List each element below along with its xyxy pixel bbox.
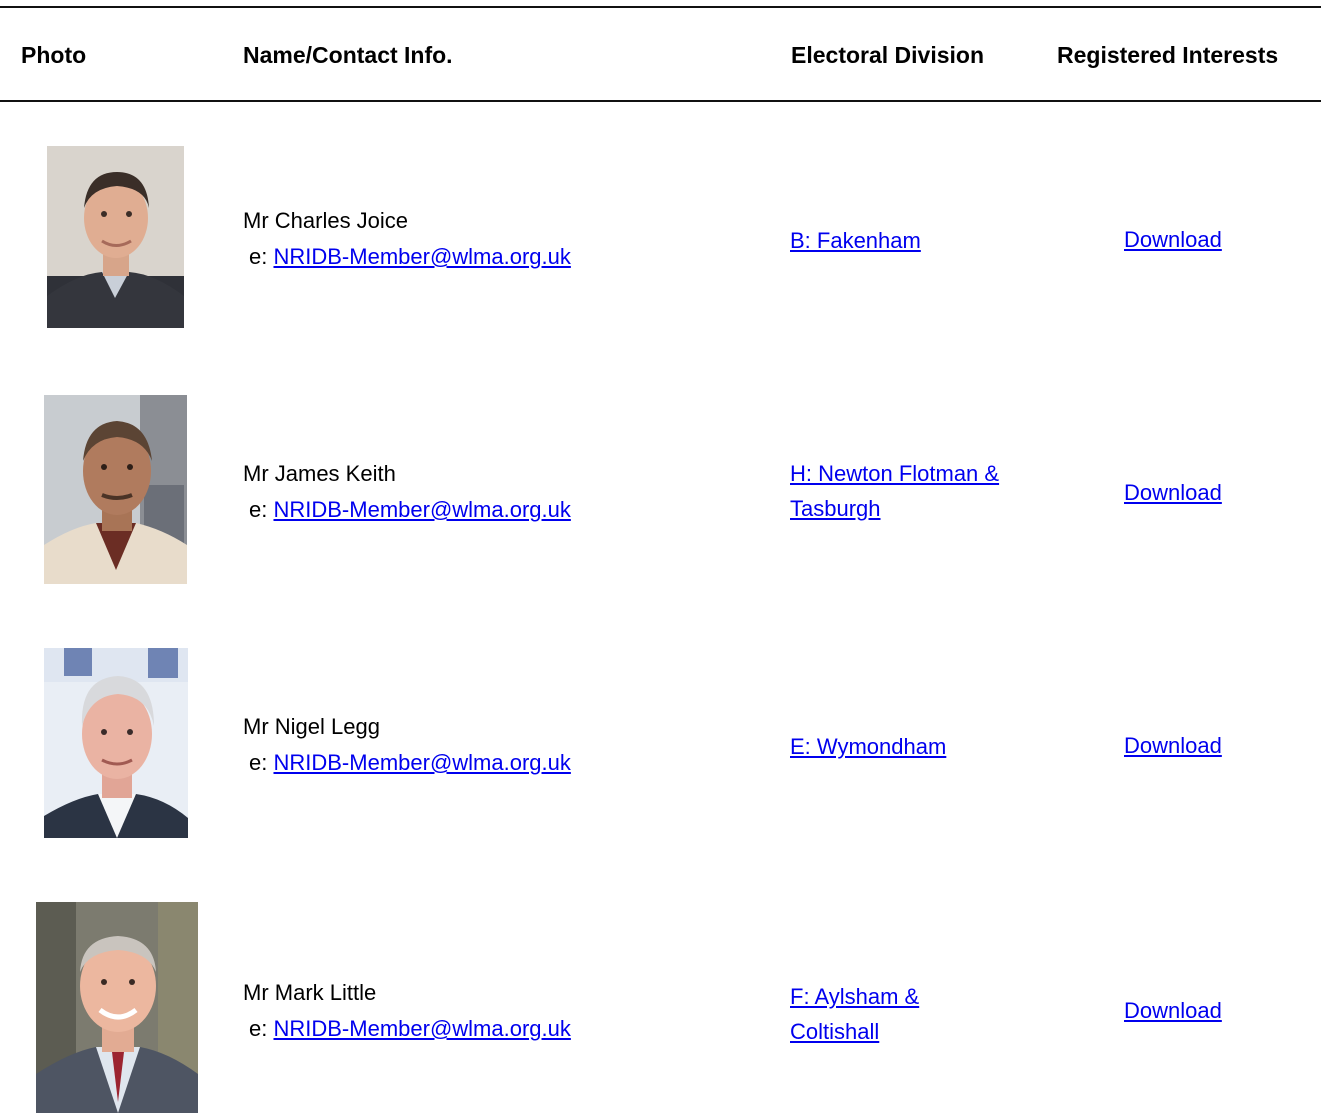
interests-cell: Download: [1124, 732, 1222, 760]
member-email-link[interactable]: NRIDB-Member@wlma.org.uk: [273, 750, 570, 775]
division-cell: H: Newton Flotman & Tasburgh: [790, 456, 1030, 526]
division-link[interactable]: H: Newton Flotman & Tasburgh: [790, 461, 999, 521]
download-link[interactable]: Download: [1124, 998, 1222, 1023]
interests-cell: Download: [1124, 226, 1222, 254]
member-email-link[interactable]: NRIDB-Member@wlma.org.uk: [273, 497, 570, 522]
member-name: Mr Nigel Legg: [243, 714, 380, 739]
email-prefix: e:: [249, 750, 268, 775]
member-name: Mr Charles Joice: [243, 208, 409, 233]
division-cell: B: Fakenham: [790, 223, 1030, 258]
interests-cell: Download: [1124, 997, 1222, 1025]
member-email-line: e: NRIDB-Member@wlma.org.uk: [243, 492, 571, 528]
download-link[interactable]: Download: [1124, 227, 1222, 252]
download-link[interactable]: Download: [1124, 480, 1222, 505]
download-link[interactable]: Download: [1124, 733, 1222, 758]
column-header-photo: Photo: [21, 42, 87, 68]
member-email-line: e: NRIDB-Member@wlma.org.uk: [243, 239, 571, 275]
division-link[interactable]: B: Fakenham: [790, 228, 921, 253]
table-header-rule: [0, 100, 1321, 102]
division-link[interactable]: F: Aylsham & Coltishall: [790, 984, 919, 1044]
division-cell: F: Aylsham & Coltishall: [790, 979, 965, 1049]
table-top-rule: [0, 6, 1321, 8]
member-email-line: e: NRIDB-Member@wlma.org.uk: [243, 745, 571, 781]
division-link[interactable]: E: Wymondham: [790, 734, 946, 759]
email-prefix: e:: [249, 244, 268, 269]
member-photo: [47, 146, 184, 328]
member-photo: [44, 648, 188, 838]
column-header-name: Name/Contact Info.: [243, 42, 453, 68]
interests-cell: Download: [1124, 479, 1222, 507]
email-prefix: e:: [249, 1016, 268, 1041]
member-name: Mr Mark Little: [243, 980, 377, 1005]
member-name-contact: Mr Charles Joice e: NRIDB-Member@wlma.or…: [243, 203, 571, 275]
column-header-interests: Registered Interests: [1057, 42, 1279, 68]
member-name-contact: Mr Nigel Legg e: NRIDB-Member@wlma.org.u…: [243, 709, 571, 781]
member-email-line: e: NRIDB-Member@wlma.org.uk: [243, 1011, 571, 1047]
member-photo: [44, 395, 187, 584]
email-prefix: e:: [249, 497, 268, 522]
member-photo: [36, 902, 198, 1113]
member-name-contact: Mr Mark Little e: NRIDB-Member@wlma.org.…: [243, 975, 571, 1047]
member-name: Mr James Keith: [243, 461, 396, 486]
division-cell: E: Wymondham: [790, 729, 1030, 764]
column-header-division: Electoral Division: [791, 42, 985, 68]
member-email-link[interactable]: NRIDB-Member@wlma.org.uk: [273, 244, 570, 269]
member-email-link[interactable]: NRIDB-Member@wlma.org.uk: [273, 1016, 570, 1041]
member-name-contact: Mr James Keith e: NRIDB-Member@wlma.org.…: [243, 456, 571, 528]
